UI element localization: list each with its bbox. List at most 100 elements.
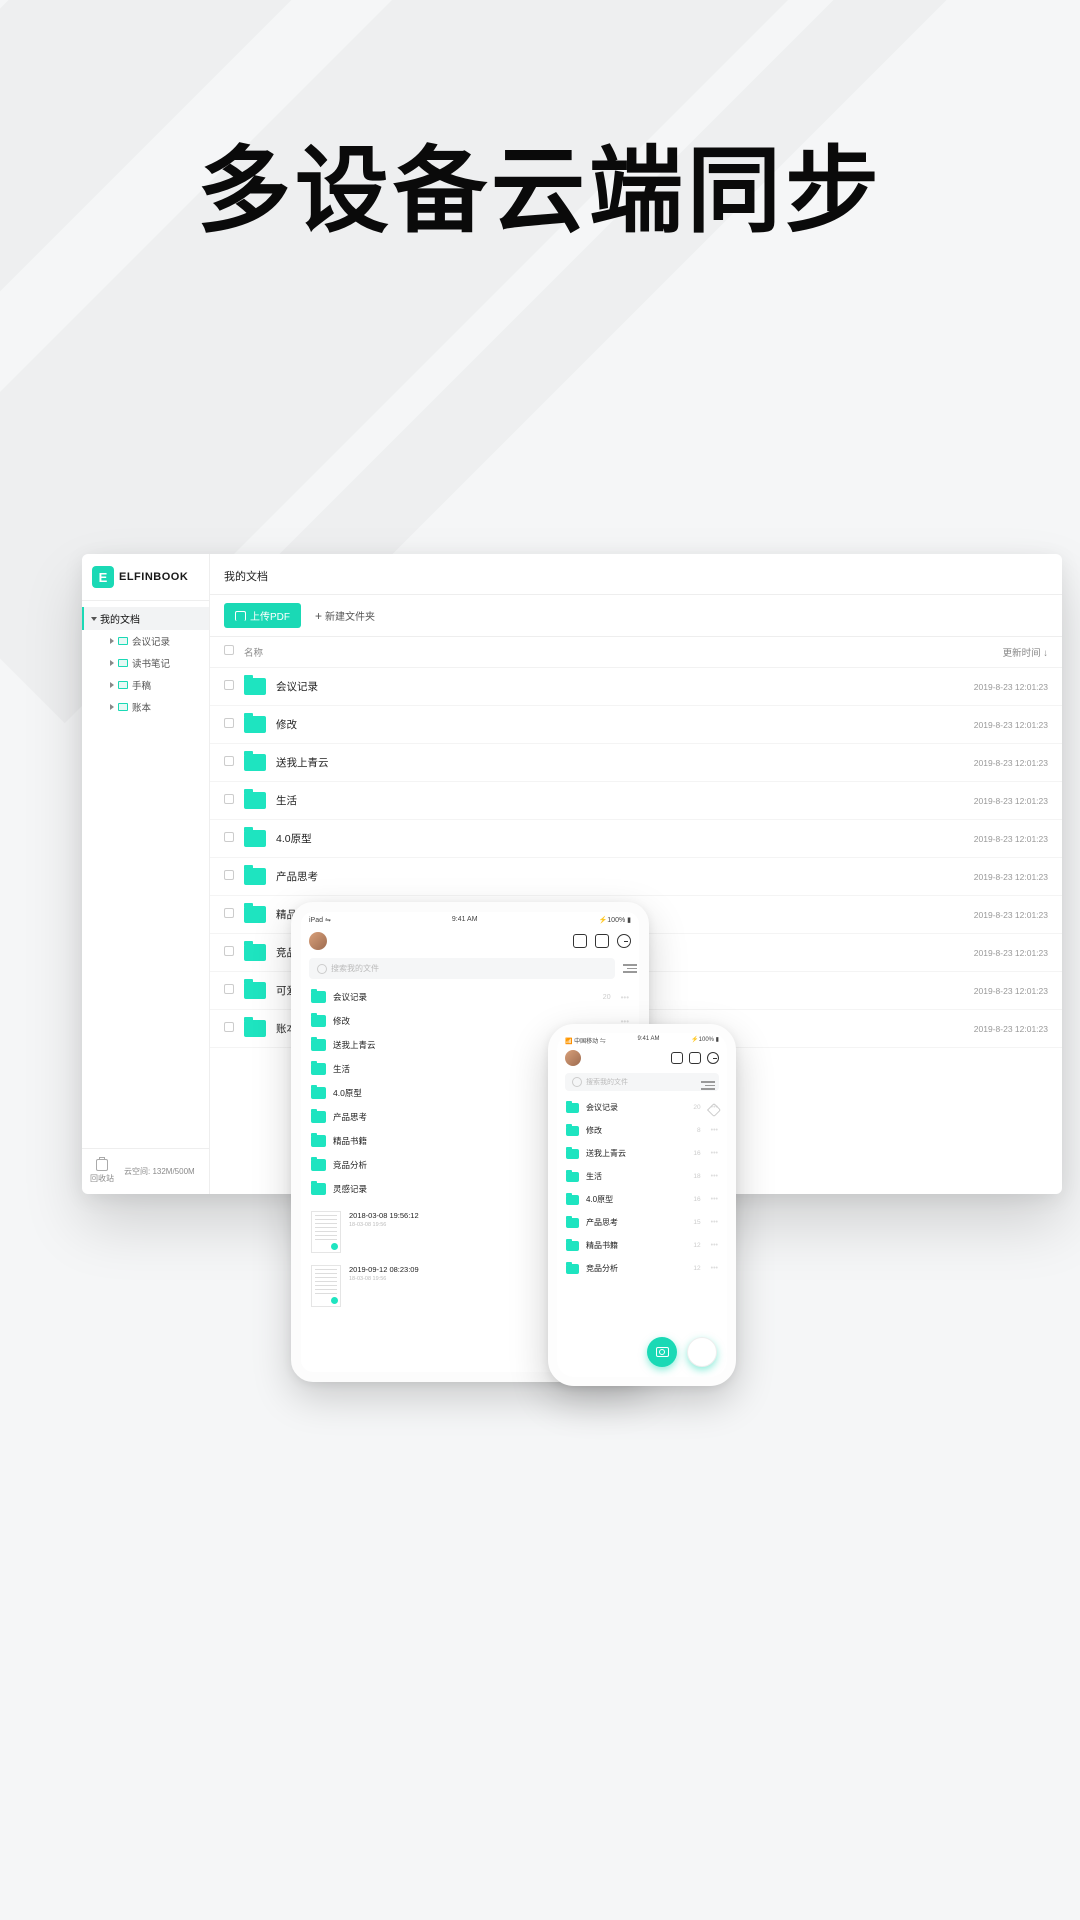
row-time: 2019-8-23 12:01:23 [938, 758, 1048, 768]
item-count: 20 [603, 994, 611, 1001]
doc-title: 2018-03-08 19:56:12 [349, 1211, 419, 1220]
new-folder-button[interactable]: 新建文件夹 [315, 608, 375, 623]
row-checkbox[interactable] [224, 756, 234, 766]
folder-icon [311, 1063, 326, 1075]
item-name: 产品思考 [333, 1111, 367, 1123]
upload-pdf-button[interactable]: 上传PDF [224, 603, 301, 628]
table-row[interactable]: 4.0原型 2019-8-23 12:01:23 [210, 820, 1062, 858]
row-checkbox[interactable] [224, 984, 234, 994]
avatar[interactable] [565, 1050, 581, 1066]
folder-icon [311, 1111, 326, 1123]
phone-statusbar: 📶 中国移动 ⇋ 9:41 AM ⚡100% ▮ [557, 1033, 727, 1048]
folder-icon [244, 754, 266, 771]
more-icon[interactable]: ••• [621, 993, 629, 1002]
list-item[interactable]: 竞品分析 12 ••• [565, 1257, 719, 1280]
row-checkbox[interactable] [224, 1022, 234, 1032]
row-checkbox[interactable] [224, 832, 234, 842]
list-item[interactable]: 会议记录 20 ••• [309, 985, 631, 1009]
doc-subtitle: 18-03-08 19:56 [349, 1276, 419, 1282]
item-name: 4.0原型 [333, 1087, 362, 1099]
list-item[interactable]: 送我上青云 16 ••• [565, 1142, 719, 1165]
table-row[interactable]: 产品思考 2019-8-23 12:01:23 [210, 858, 1062, 896]
camera-icon [656, 1347, 669, 1357]
folder-icon [566, 1195, 579, 1205]
camera-fab[interactable] [647, 1337, 677, 1367]
check-icon[interactable] [573, 934, 587, 948]
doc-subtitle: 18-03-08 19:56 [349, 1222, 419, 1228]
row-time: 2019-8-23 12:01:23 [938, 720, 1048, 730]
trash-button[interactable]: 回收站 [90, 1159, 114, 1184]
folder-icon [311, 1087, 326, 1099]
more-icon[interactable]: ••• [711, 1196, 718, 1203]
row-checkbox[interactable] [224, 794, 234, 804]
more-icon[interactable]: ••• [711, 1150, 718, 1157]
folder-icon [244, 678, 266, 695]
sidebar-root[interactable]: 我的文档 [82, 607, 209, 630]
table-row[interactable]: 修改 2019-8-23 12:01:23 [210, 706, 1062, 744]
table-row[interactable]: 会议记录 2019-8-23 12:01:23 [210, 668, 1062, 706]
table-row[interactable]: 送我上青云 2019-8-23 12:01:23 [210, 744, 1062, 782]
sidebar-item[interactable]: 读书笔记 [100, 652, 209, 674]
list-item[interactable]: 会议记录 20 ••• [565, 1096, 719, 1119]
row-time: 2019-8-23 12:01:23 [938, 834, 1048, 844]
more-icon[interactable]: ••• [711, 1127, 718, 1134]
sidebar-item[interactable]: 会议记录 [100, 630, 209, 652]
list-item[interactable]: 精品书籍 12 ••• [565, 1234, 719, 1257]
tag-icon[interactable] [709, 1105, 719, 1115]
history-icon[interactable] [617, 934, 631, 948]
menu-icon[interactable] [701, 1081, 717, 1090]
add-icon[interactable] [595, 934, 609, 948]
folder-icon [566, 1126, 579, 1136]
menu-icon[interactable] [623, 964, 639, 973]
folder-icon [566, 1218, 579, 1228]
list-item[interactable]: 4.0原型 16 ••• [565, 1188, 719, 1211]
list-item[interactable]: 修改 8 ••• [565, 1119, 719, 1142]
table-row[interactable]: 生活 2019-8-23 12:01:23 [210, 782, 1062, 820]
item-name: 送我上青云 [333, 1039, 376, 1051]
add-icon[interactable] [689, 1052, 701, 1064]
more-icon[interactable]: ••• [711, 1219, 718, 1226]
folder-icon [566, 1241, 579, 1251]
item-name: 会议记录 [586, 1102, 618, 1113]
row-time: 2019-8-23 12:01:23 [938, 1024, 1048, 1034]
more-icon[interactable]: ••• [711, 1242, 718, 1249]
select-all-checkbox[interactable] [224, 645, 234, 655]
item-count: 18 [693, 1173, 700, 1180]
item-name: 送我上青云 [586, 1148, 626, 1159]
column-updated[interactable]: 更新时间 ↓ [938, 645, 1048, 659]
row-checkbox[interactable] [224, 718, 234, 728]
folder-icon [311, 1015, 326, 1027]
list-item[interactable]: 产品思考 15 ••• [565, 1211, 719, 1234]
folder-icon [566, 1172, 579, 1182]
item-name: 竞品分析 [333, 1159, 367, 1171]
edit-fab[interactable] [687, 1337, 717, 1367]
column-name[interactable]: 名称 [244, 645, 938, 659]
row-checkbox[interactable] [224, 908, 234, 918]
avatar[interactable] [309, 932, 327, 950]
row-checkbox[interactable] [224, 680, 234, 690]
more-icon[interactable]: ••• [711, 1265, 718, 1272]
more-icon[interactable]: ••• [711, 1173, 718, 1180]
search-input[interactable]: 搜索我的文件 [565, 1073, 719, 1091]
row-checkbox[interactable] [224, 870, 234, 880]
item-name: 精品书籍 [586, 1240, 618, 1251]
list-item[interactable]: 生活 18 ••• [565, 1165, 719, 1188]
item-count: 16 [693, 1150, 700, 1157]
folder-icon [244, 716, 266, 733]
folder-icon [244, 868, 266, 885]
folder-icon [244, 982, 266, 999]
search-input[interactable]: 搜索我的文件 [309, 958, 615, 979]
history-icon[interactable] [707, 1052, 719, 1064]
item-count: 12 [693, 1242, 700, 1249]
folder-icon [244, 830, 266, 847]
folder-icon [566, 1149, 579, 1159]
check-icon[interactable] [671, 1052, 683, 1064]
item-count: 20 [693, 1104, 700, 1111]
sidebar-item[interactable]: 手稿 [100, 674, 209, 696]
sidebar-item[interactable]: 账本 [100, 696, 209, 718]
folder-icon [244, 944, 266, 961]
row-name: 修改 [276, 717, 297, 732]
folder-icon [244, 1020, 266, 1037]
row-checkbox[interactable] [224, 946, 234, 956]
row-time: 2019-8-23 12:01:23 [938, 986, 1048, 996]
